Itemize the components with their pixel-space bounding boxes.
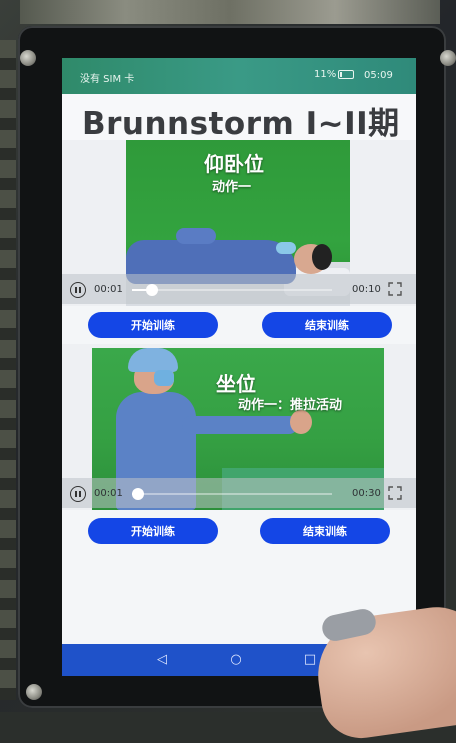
video-overlay-subtitle: 动作一：推拉活动: [238, 398, 343, 413]
app-screen: 没有 SIM 卡 11% 05:09 Brunnstorm I~II期 仰卧位 …: [62, 58, 416, 676]
screw-icon: [20, 50, 36, 66]
button-row: 开始训练 结束训练: [62, 510, 416, 552]
recent-apps-icon[interactable]: □: [302, 652, 318, 668]
clock: 05:09: [364, 70, 393, 81]
header: Brunnstorm I~II期: [62, 94, 416, 142]
doctor-arm-image: [182, 416, 298, 434]
screw-icon: [440, 50, 456, 66]
mask-image: [276, 242, 296, 254]
total-time: 00:10: [352, 284, 381, 295]
screw-icon: [26, 684, 42, 700]
page-title: Brunnstorm I~II期: [82, 106, 400, 142]
seek-bar-knob[interactable]: [146, 284, 158, 296]
current-time: 00:01: [94, 284, 123, 295]
status-bar: 没有 SIM 卡 11% 05:09: [62, 58, 416, 94]
start-training-button[interactable]: 开始训练: [88, 518, 218, 544]
pause-icon[interactable]: [70, 486, 86, 502]
battery-icon: [338, 69, 355, 79]
pause-icon[interactable]: [70, 282, 86, 298]
video-controls: 00:01 00:10: [62, 274, 416, 304]
video-overlay-title: 仰卧位: [204, 152, 264, 176]
start-training-button[interactable]: 开始训练: [88, 312, 218, 338]
fullscreen-icon[interactable]: [388, 282, 402, 296]
patient-hair-image: [312, 244, 332, 270]
device-frame-left: [0, 40, 16, 700]
seek-bar[interactable]: [132, 488, 332, 500]
end-training-button[interactable]: 结束训练: [262, 312, 392, 338]
doctor-hand-image: [290, 410, 312, 434]
total-time: 00:30: [352, 488, 381, 499]
current-time: 00:01: [94, 488, 123, 499]
home-icon[interactable]: ○: [228, 652, 244, 668]
back-icon[interactable]: ◁: [154, 652, 170, 668]
carrier-text: 没有 SIM 卡: [80, 74, 135, 85]
button-row: 开始训练 结束训练: [62, 306, 416, 344]
video-overlay-title: 坐位: [216, 372, 256, 396]
device-frame-top: [20, 0, 440, 24]
seek-bar-knob[interactable]: [132, 488, 144, 500]
battery-percent: 11%: [314, 69, 337, 80]
fullscreen-icon[interactable]: [388, 486, 402, 500]
doctor-cap-image: [128, 348, 178, 372]
video-controls: 00:01 00:30: [62, 478, 416, 508]
battery-indicator: 11%: [314, 69, 355, 80]
mask-image: [154, 370, 174, 386]
video-overlay-subtitle: 动作一: [212, 180, 252, 195]
end-training-button[interactable]: 结束训练: [260, 518, 390, 544]
patient-arms-image: [176, 228, 216, 244]
seek-bar[interactable]: [132, 284, 332, 296]
